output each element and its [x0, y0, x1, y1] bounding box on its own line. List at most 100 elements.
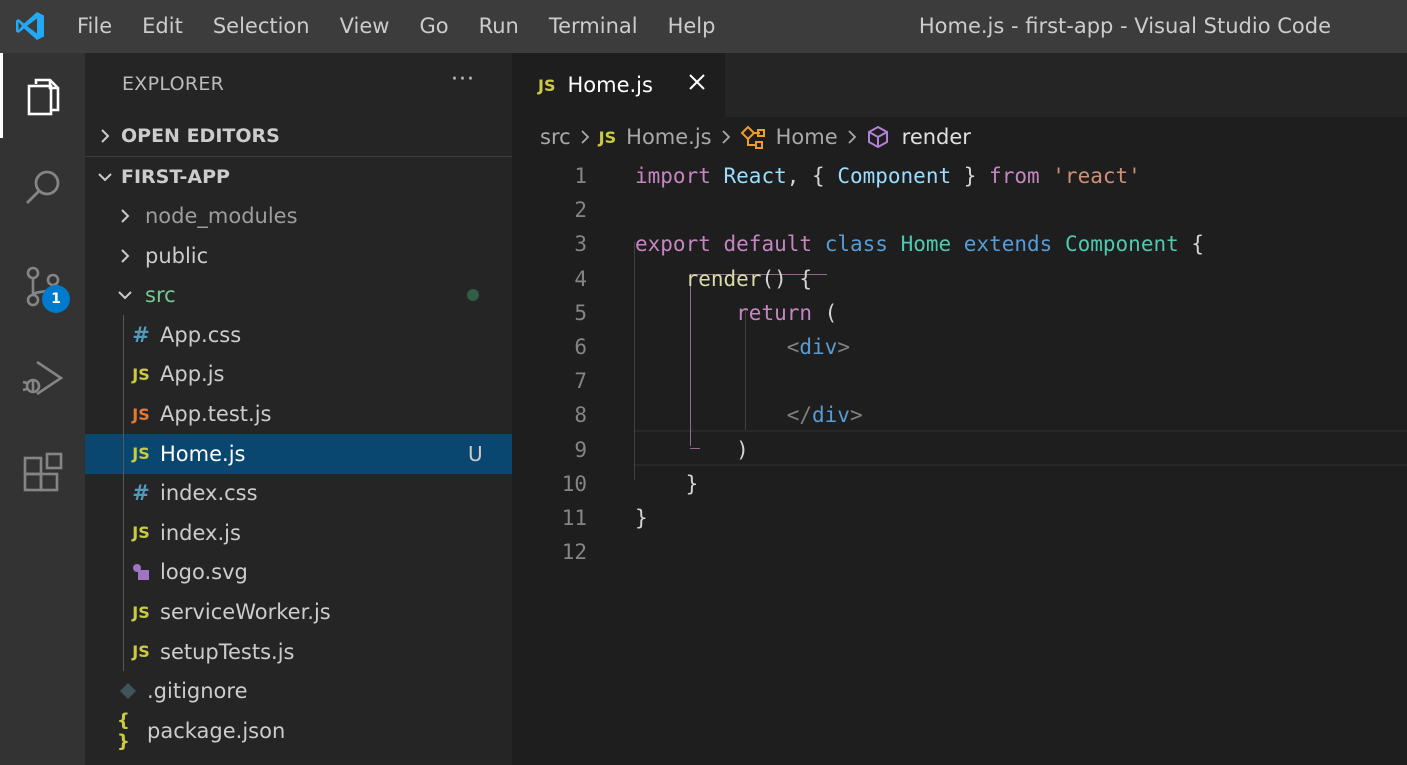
- tree-item-app-js[interactable]: JS App.js: [85, 354, 512, 394]
- source-control-badge: 1: [42, 285, 70, 313]
- code-text: return (: [635, 296, 837, 330]
- tree-item-src[interactable]: src: [85, 275, 512, 315]
- tree-item-label: public: [145, 243, 209, 268]
- line-number: 7: [574, 369, 587, 394]
- line-number: 2: [574, 198, 587, 223]
- breadcrumb-method[interactable]: render: [902, 125, 971, 149]
- search-button[interactable]: [0, 145, 85, 230]
- tab-home-js[interactable]: JS Home.js: [512, 53, 725, 117]
- code-text: import React, { Component } from 'react': [635, 159, 1141, 193]
- method-icon: [867, 125, 888, 149]
- code-token: export: [635, 232, 711, 257]
- tree-item-index-js[interactable]: JS index.js: [85, 513, 512, 553]
- chevron-right-icon: [721, 130, 730, 144]
- code-text: }: [635, 467, 699, 501]
- line-number: 5: [574, 300, 587, 325]
- menu-edit[interactable]: Edit: [127, 0, 198, 53]
- css-file-icon: #: [132, 322, 150, 347]
- breadcrumb-src[interactable]: src: [540, 125, 571, 149]
- untracked-badge: U: [468, 441, 483, 466]
- tree-item-serviceworker-js[interactable]: JS serviceWorker.js: [85, 592, 512, 632]
- code-line: 1 import React, { Component } from 'react…: [512, 159, 1407, 193]
- tree-item-setuptests-js[interactable]: JS setupTests.js: [85, 632, 512, 672]
- menu-bar: File Edit Selection View Go Run Terminal Help: [62, 0, 730, 53]
- open-editors-section[interactable]: OPEN EDITORS: [85, 116, 512, 156]
- explorer-icon: [27, 78, 60, 115]
- menu-file[interactable]: File: [62, 0, 127, 53]
- code-text: <div>: [635, 330, 850, 364]
- code-line: 7: [512, 364, 1407, 398]
- code-line: 11}: [512, 501, 1407, 535]
- menu-help[interactable]: Help: [653, 0, 731, 53]
- run-debug-icon: [22, 360, 63, 395]
- line-number: 11: [561, 506, 587, 530]
- editor-area: JS Home.js src JS Home.js Home render 1 …: [512, 53, 1407, 765]
- tree-item-package-json[interactable]: { } package.json: [85, 710, 512, 752]
- tree-item-label: App.js: [160, 362, 225, 387]
- source-control-button[interactable]: 1: [0, 243, 85, 328]
- code-text: }: [635, 501, 648, 535]
- line-number: 1: [574, 164, 587, 188]
- code-token: div: [812, 403, 850, 428]
- menu-selection[interactable]: Selection: [198, 0, 325, 53]
- project-label: FIRST-APP: [121, 166, 230, 188]
- line-number: 4: [574, 266, 587, 291]
- js-file-icon: JS: [538, 75, 556, 95]
- line-number: 10: [561, 471, 587, 496]
- code-token: >: [849, 403, 863, 428]
- chevron-right-icon: [101, 129, 110, 143]
- code-token: , {: [786, 164, 838, 188]
- tree-item-app-test-js[interactable]: JS App.test.js: [85, 394, 512, 434]
- class-icon: [740, 125, 765, 149]
- explorer-title: EXPLORER: [122, 73, 225, 95]
- tree-item-label: node_modules: [145, 204, 298, 228]
- code-token: extends: [963, 232, 1053, 257]
- tree-item-label: serviceWorker.js: [160, 600, 331, 624]
- tree-item-node-modules[interactable]: node_modules: [85, 196, 512, 236]
- run-debug-button[interactable]: [0, 335, 85, 420]
- chevron-right-icon: [581, 130, 589, 144]
- chevron-right-icon: [121, 209, 130, 223]
- menu-view[interactable]: View: [325, 0, 405, 53]
- menu-run[interactable]: Run: [464, 0, 534, 53]
- tree-item-label: logo.svg: [160, 560, 248, 585]
- js-file-icon: JS: [132, 523, 150, 543]
- close-icon[interactable]: [687, 72, 707, 92]
- window-title: Home.js - first-app - Visual Studio Code: [918, 14, 1331, 38]
- breadcrumb-file[interactable]: Home.js: [626, 125, 711, 149]
- js-file-icon: JS: [132, 364, 150, 384]
- code-token: }: [635, 506, 648, 530]
- explorer-button[interactable]: [0, 53, 85, 138]
- code-line: 10 }: [512, 467, 1407, 501]
- menu-go[interactable]: Go: [404, 0, 463, 53]
- code-line: 3 export default class Home extends Compo…: [512, 227, 1407, 261]
- tree-item-index-css[interactable]: # index.css: [85, 473, 512, 513]
- extensions-button[interactable]: [0, 431, 85, 516]
- tree-item-gitignore[interactable]: .gitignore: [85, 671, 512, 711]
- code-token: render: [685, 266, 762, 291]
- tree-item-label: index.js: [160, 520, 241, 545]
- first-app-section[interactable]: FIRST-APP: [85, 157, 512, 197]
- explorer-sidebar: EXPLORER ··· OPEN EDITORS FIRST-APP node…: [85, 53, 512, 765]
- tree-item-logo-svg[interactable]: logo.svg: [85, 552, 512, 592]
- code-token: }: [635, 471, 699, 496]
- tree-item-app-css[interactable]: # App.css: [85, 315, 512, 355]
- open-editors-label: OPEN EDITORS: [121, 125, 280, 147]
- tree-item-public[interactable]: public: [85, 236, 512, 276]
- tab-label: Home.js: [567, 73, 653, 97]
- breadcrumb-class[interactable]: Home: [776, 125, 838, 149]
- code-token: (: [812, 300, 838, 325]
- more-actions-icon[interactable]: ···: [451, 67, 475, 92]
- code-token: >: [837, 335, 850, 359]
- chevron-right-icon: [848, 130, 856, 144]
- code-token: class: [824, 232, 888, 257]
- tree-item-home-js[interactable]: JS Home.js U: [85, 433, 512, 474]
- menu-terminal[interactable]: Terminal: [534, 0, 653, 53]
